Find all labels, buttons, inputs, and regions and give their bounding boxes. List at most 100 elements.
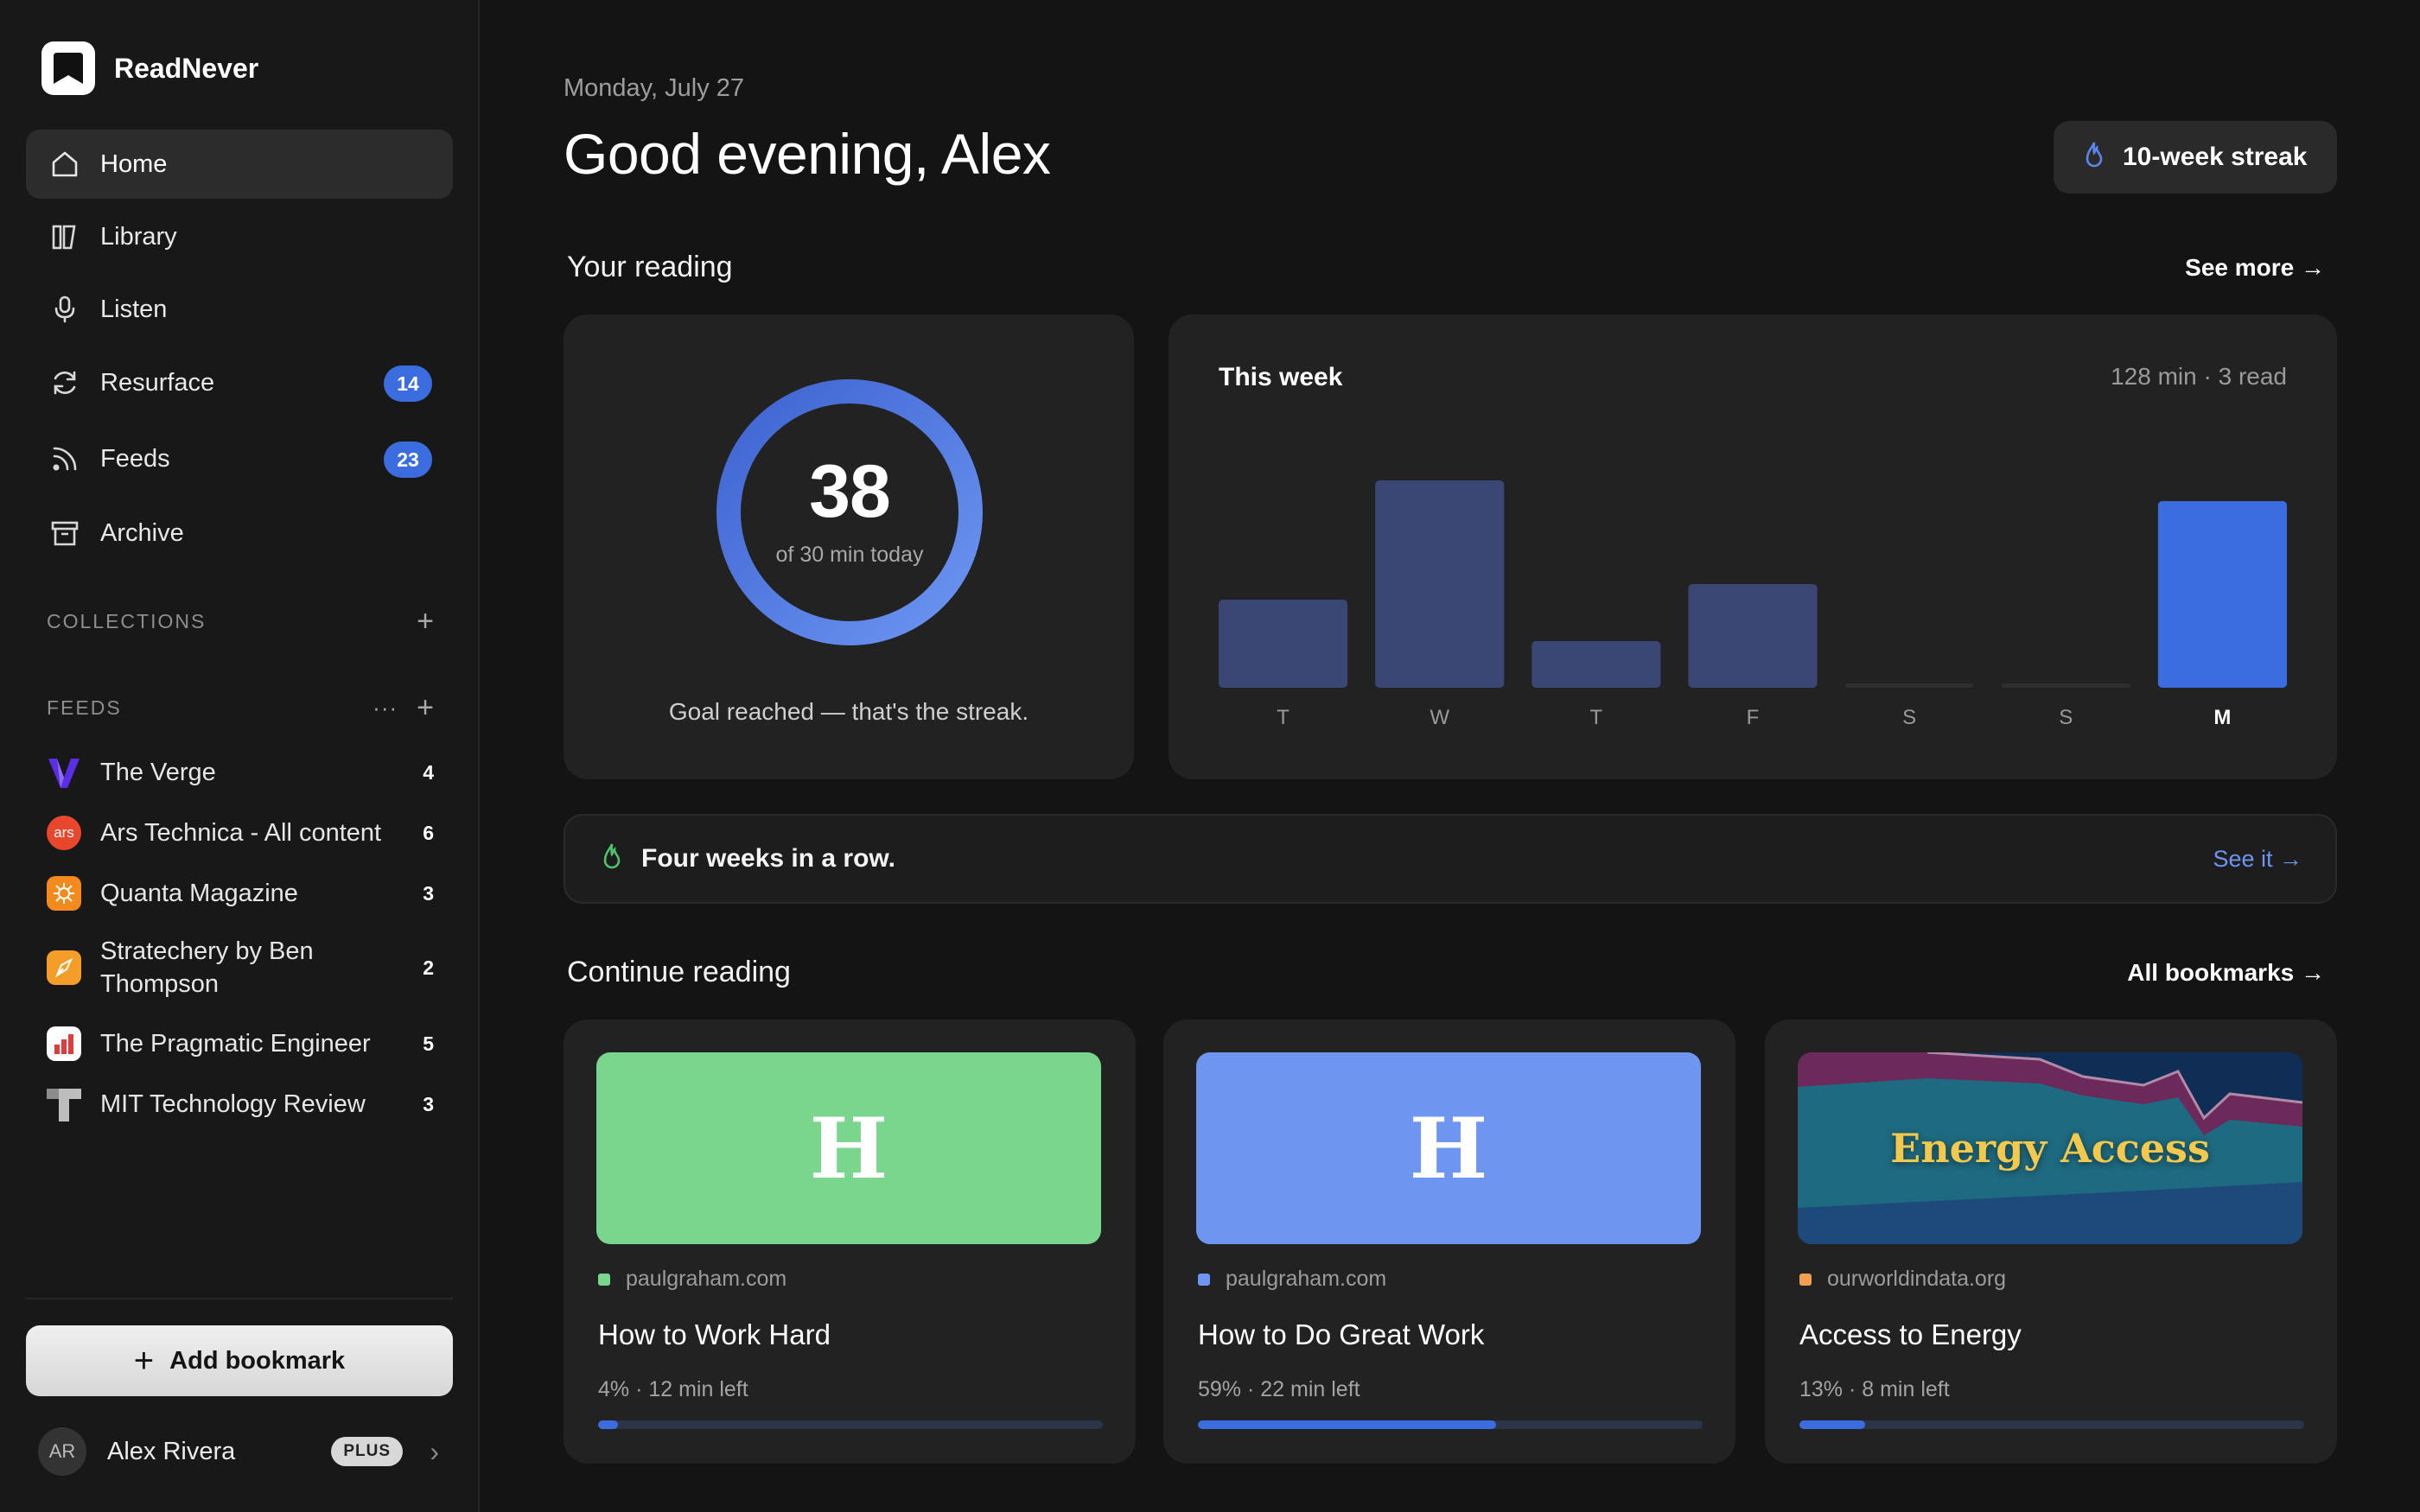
feed-count: 3: [423, 1092, 434, 1115]
article-title: How to Work Hard: [598, 1318, 831, 1350]
weekly-chart-card: This week 128 min · 3 read TWTFSSM: [1169, 314, 2337, 779]
article-card[interactable]: Energy Access ourworldindata.org Access …: [1765, 1020, 2337, 1464]
user-menu[interactable]: AR Alex Rivera PLUS ›: [38, 1427, 439, 1476]
bar-4: [1844, 683, 1974, 688]
mit-tr-logo-icon: [47, 1087, 81, 1121]
feed-count: 4: [423, 760, 434, 784]
microphone-icon: [47, 291, 83, 327]
feed-name: Stratechery by Ben Thompson: [100, 937, 314, 998]
feed-item-pragmatic-engineer[interactable]: The Pragmatic Engineer 5: [47, 1026, 434, 1061]
source-dot: [598, 1273, 610, 1286]
feed-name: MIT Technology Review: [100, 1090, 366, 1118]
bookmark-logo-icon: [41, 41, 95, 95]
feed-count: 2: [423, 956, 434, 979]
refresh-icon: [47, 365, 83, 401]
feed-item-ars-technica[interactable]: ars Ars Technica - All content 6: [47, 816, 434, 850]
article-card[interactable]: H paulgraham.com How to Work Hard 4% · 1…: [564, 1020, 1136, 1464]
add-collection-plus-icon[interactable]: +: [417, 607, 434, 636]
minutes-read: 38: [809, 450, 891, 533]
bar-0: [1219, 600, 1348, 688]
feed-item-the-verge[interactable]: The Verge 4: [47, 755, 434, 790]
banner-text: Four weeks in a row.: [641, 844, 895, 873]
feed-item-mit-technology-review[interactable]: MIT Technology Review 3: [47, 1087, 434, 1121]
streak-label: 10-week streak: [2123, 143, 2308, 171]
nav-item-resurface[interactable]: Resurface 14: [26, 348, 453, 417]
feed-item-quanta-magazine[interactable]: Quanta Magazine 3: [47, 876, 434, 911]
feeds-title: FEEDS: [47, 696, 122, 719]
all-bookmarks-link[interactable]: All bookmarks →: [2014, 959, 2325, 987]
see-it-link[interactable]: See it →: [2213, 846, 2302, 873]
feeds-count-badge: 23: [384, 442, 432, 478]
bar-5: [2001, 683, 2130, 688]
plus-icon: +: [133, 1342, 155, 1380]
streak-badge[interactable]: 10-week streak: [2054, 121, 2337, 194]
feed-item-stratechery[interactable]: Stratechery by Ben Thompson 2: [47, 935, 434, 1001]
bar-3: [1688, 584, 1818, 688]
tick-label-4: S: [1902, 706, 1916, 729]
feeds-more-icon[interactable]: ···: [373, 696, 398, 719]
verge-logo-icon: [47, 755, 81, 790]
feed-count: 6: [423, 821, 434, 844]
flame-icon: [2083, 141, 2105, 175]
goal-message: Goal reached — that's the streak.: [668, 698, 1029, 725]
rss-icon: [47, 441, 83, 477]
app-logo[interactable]: ReadNever: [41, 41, 258, 95]
nav-item-library[interactable]: Library: [26, 202, 453, 271]
nav-label: Library: [100, 222, 177, 251]
nav-item-archive[interactable]: Archive: [26, 499, 453, 568]
home-icon: [47, 146, 83, 182]
collections-title: COLLECTIONS: [47, 609, 207, 632]
article-progress-fill: [1799, 1420, 1865, 1429]
your-reading-title: Your reading: [567, 251, 733, 283]
nav-label: Archive: [100, 518, 184, 547]
stratechery-logo-icon: [47, 950, 81, 985]
sprout-icon: [602, 842, 622, 876]
streak-banner: Four weeks in a row. See it →: [564, 814, 2337, 904]
article-card[interactable]: H paulgraham.com How to Do Great Work 59…: [1163, 1020, 1735, 1464]
bar-2: [1532, 641, 1661, 688]
feed-name: Ars Technica - All content: [100, 819, 382, 847]
feed-name: Quanta Magazine: [100, 880, 298, 907]
feeds-header: FEEDS ··· +: [47, 693, 434, 722]
ars-technica-logo-icon: ars: [47, 816, 81, 850]
article-thumbnail: Energy Access: [1798, 1052, 2302, 1244]
goal-subtitle: of 30 min today: [775, 543, 924, 567]
collections-header: COLLECTIONS +: [47, 607, 434, 636]
article-progress-text: 4% · 12 min left: [598, 1377, 748, 1401]
feed-count: 5: [423, 1032, 434, 1055]
nav-label: Home: [100, 149, 168, 178]
article-progress-bar: [1799, 1420, 2304, 1429]
continue-reading-title: Continue reading: [567, 956, 791, 988]
tick-label-1: W: [1430, 706, 1449, 729]
chevron-right-icon: ›: [430, 1435, 439, 1467]
nav-label: Feeds: [100, 444, 170, 473]
avatar: AR: [38, 1427, 86, 1476]
article-source: paulgraham.com: [626, 1267, 787, 1291]
article-progress-bar: [1198, 1420, 1703, 1429]
plan-badge: PLUS: [331, 1437, 403, 1466]
add-bookmark-label: Add bookmark: [169, 1346, 346, 1375]
article-progress-bar: [598, 1420, 1103, 1429]
bar-6: [2157, 501, 2287, 688]
tick-label-6: M: [2213, 706, 2231, 729]
add-feed-plus-icon[interactable]: +: [417, 693, 434, 722]
see-more-link[interactable]: See more →: [2074, 254, 2325, 282]
tick-label-2: T: [1590, 706, 1603, 729]
article-title: Access to Energy: [1799, 1318, 2022, 1350]
tick-label-0: T: [1277, 706, 1290, 729]
source-dot: [1799, 1273, 1812, 1286]
nav-item-home[interactable]: Home: [26, 130, 453, 199]
resurface-count-badge: 14: [384, 365, 432, 402]
add-bookmark-button[interactable]: + Add bookmark: [26, 1325, 453, 1396]
nav-label: Resurface: [100, 368, 215, 397]
nav-item-feeds[interactable]: Feeds 23: [26, 424, 453, 493]
tick-label-3: F: [1747, 706, 1760, 729]
nav-item-listen[interactable]: Listen: [26, 275, 453, 344]
quanta-logo-icon: [47, 876, 81, 911]
article-progress-fill: [598, 1420, 619, 1429]
article-progress-text: 59% · 22 min left: [1198, 1377, 1360, 1401]
sidebar: ReadNever Home Library Listen Resurface …: [0, 0, 480, 1512]
source-dot: [1198, 1273, 1210, 1286]
feed-count: 3: [423, 881, 434, 905]
current-date: Monday, July 27: [564, 74, 745, 102]
